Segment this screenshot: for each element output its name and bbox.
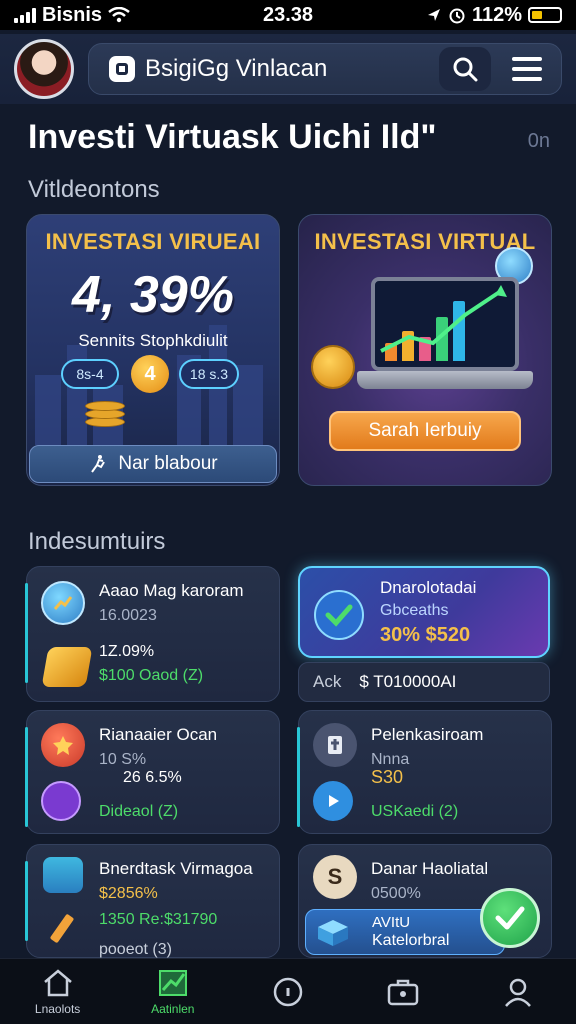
nav-item-compass[interactable] <box>243 976 333 1008</box>
dollar-icon: S <box>313 855 357 899</box>
cube-icon <box>318 920 348 946</box>
investment-card[interactable]: Pelenkasiroam Nnna S30 USKaedi (2) <box>297 710 552 834</box>
card-percent: 26 6.5% <box>123 769 182 786</box>
battery-icon <box>528 7 562 23</box>
pencil-icon <box>50 914 74 943</box>
search-button[interactable] <box>439 47 491 91</box>
promo-subtitle: Katelorbral <box>372 932 450 949</box>
running-person-icon <box>91 455 106 473</box>
balance-label: Ack <box>313 672 342 691</box>
card-value: $100 Oaod (Z) <box>99 667 204 684</box>
wifi-icon <box>108 7 130 23</box>
hero-right-button[interactable]: Sarah Ierbuiy <box>329 411 521 451</box>
page-title: Investi Virtuask Uichi Ild" <box>28 118 437 156</box>
chat-icon <box>41 781 81 821</box>
investment-card[interactable]: Rianaaier Ocan 10 S% 26 6.5% Dideaol (Z) <box>25 710 280 834</box>
stat-chip-right[interactable]: 18 s.3 <box>179 359 239 389</box>
nav-item-chart[interactable]: Aatinlen <box>128 968 218 1016</box>
card-status: USKaedi (2) <box>371 803 459 820</box>
featured-title: Dnarolotadai <box>380 578 477 597</box>
app-title-bar: BsigiGg Vinlacan <box>88 43 562 95</box>
location-icon <box>427 9 440 21</box>
featured-investment-card[interactable]: Dnarolotadai Gbceaths 30% $520 <box>298 566 550 658</box>
card-value: Dideaol (Z) <box>99 803 179 820</box>
check-shield-icon <box>314 590 364 640</box>
title-aside: 0n <box>527 130 550 152</box>
menu-button[interactable] <box>501 47 553 91</box>
hero-left-subtitle: Sennits Stophkdiulit <box>78 331 228 350</box>
hero-card-left[interactable]: INVESTASI VIRUEAI 4, 39% Sennits Stophkd… <box>26 214 280 486</box>
balance-strip[interactable]: Ack $ T010000AI <box>298 662 550 702</box>
card-subtitle: 0500% <box>371 885 421 902</box>
card-title: Bnerdtask Virmagoa <box>99 859 253 878</box>
bottom-nav: Lnaolots Aatinlen <box>0 958 576 1024</box>
stat-chip-left[interactable]: 8s-4 <box>61 359 119 389</box>
card-title: Rianaaier Ocan <box>99 725 218 744</box>
nav-item-profile[interactable] <box>473 976 563 1008</box>
section-label-featured: Vitldeontons <box>28 176 160 203</box>
star-badge-icon <box>41 723 85 767</box>
nav-item-portfolio[interactable] <box>358 977 448 1007</box>
promo-box[interactable]: AVItU Katelorbral <box>305 909 505 955</box>
card-subtitle: $2856% <box>99 885 158 902</box>
home-icon <box>43 968 72 996</box>
featured-subtitle: Gbceaths <box>380 602 449 619</box>
search-icon <box>453 57 478 82</box>
card-subtitle: 10 S% <box>99 751 147 768</box>
gold-coin-icon <box>311 345 355 389</box>
nav-label-home: Lnaolots <box>34 1001 81 1016</box>
hero-left-button[interactable]: Nar blabour <box>29 445 277 483</box>
card-value: S30 <box>371 767 404 787</box>
investment-card[interactable]: Bnerdtask Virmagoa $2856% 1350 Re:$31790… <box>25 844 280 958</box>
battery-percent: 112% <box>471 3 522 26</box>
briefcase-icon <box>387 979 419 1005</box>
chart-icon <box>158 969 187 996</box>
featured-value: 30% $520 <box>380 624 471 646</box>
card-title: Aaao Mag karoram <box>99 581 244 600</box>
document-icon <box>313 723 357 767</box>
card-subtitle: 16.0023 <box>99 607 157 624</box>
carrier-name: Bisnis <box>42 3 103 26</box>
avatar[interactable] <box>14 39 74 99</box>
coin-badge: 4 <box>131 355 169 393</box>
status-bar: Bisnis 23.38 112% <box>0 0 576 30</box>
gold-bars-icon <box>41 647 93 687</box>
card-status: pooeot (3) <box>99 941 172 958</box>
nav-item-home[interactable]: Lnaolots <box>13 968 103 1016</box>
balance-value: $ T010000AI <box>359 672 457 691</box>
card-accent-bar <box>25 861 28 941</box>
laptop-chart-illustration <box>357 271 533 411</box>
play-icon[interactable] <box>313 781 353 821</box>
card-title: Pelenkasiroam <box>371 725 484 744</box>
trend-coin-icon <box>41 581 85 625</box>
app-name: BsigiGg Vinlacan <box>145 55 328 82</box>
promo-title: AVItU <box>372 914 411 931</box>
hero-left-title: INVESTASI VIRUEAI <box>45 229 261 254</box>
signal-icon <box>14 7 36 23</box>
card-title: Danar Haoliatal <box>371 859 489 878</box>
clock: 23.38 <box>262 3 314 26</box>
card-accent-bar <box>25 727 28 827</box>
alarm-icon <box>449 8 465 24</box>
calculator-icon <box>43 857 83 893</box>
hamburger-menu-icon <box>512 57 542 81</box>
profile-icon <box>505 978 532 1007</box>
checkmark-icon <box>495 906 525 930</box>
card-value: 1350 Re:$31790 <box>99 911 218 928</box>
confirm-fab-button[interactable] <box>480 888 540 948</box>
card-accent-bar <box>297 727 300 827</box>
hero-left-button-label: Nar blabour <box>118 453 218 474</box>
section-label-list: Indesumtuirs <box>28 528 166 555</box>
card-accent-bar <box>25 583 28 683</box>
coin-stack-icon <box>85 395 125 429</box>
app-header: BsigiGg Vinlacan <box>0 34 576 104</box>
compass-icon <box>273 977 303 1006</box>
investment-card[interactable]: Aaao Mag karoram 16.0023 1Z.09% $100 Oao… <box>25 566 280 702</box>
hero-card-right[interactable]: INVESTASI VIRTUAL Sarah Ierbuiy <box>298 214 552 486</box>
app-logo-icon <box>109 56 135 82</box>
card-percent: 1Z.09% <box>99 643 155 660</box>
hero-big-number: 4, 39% <box>72 266 234 324</box>
nav-label-chart: Aatinlen <box>151 1001 195 1016</box>
